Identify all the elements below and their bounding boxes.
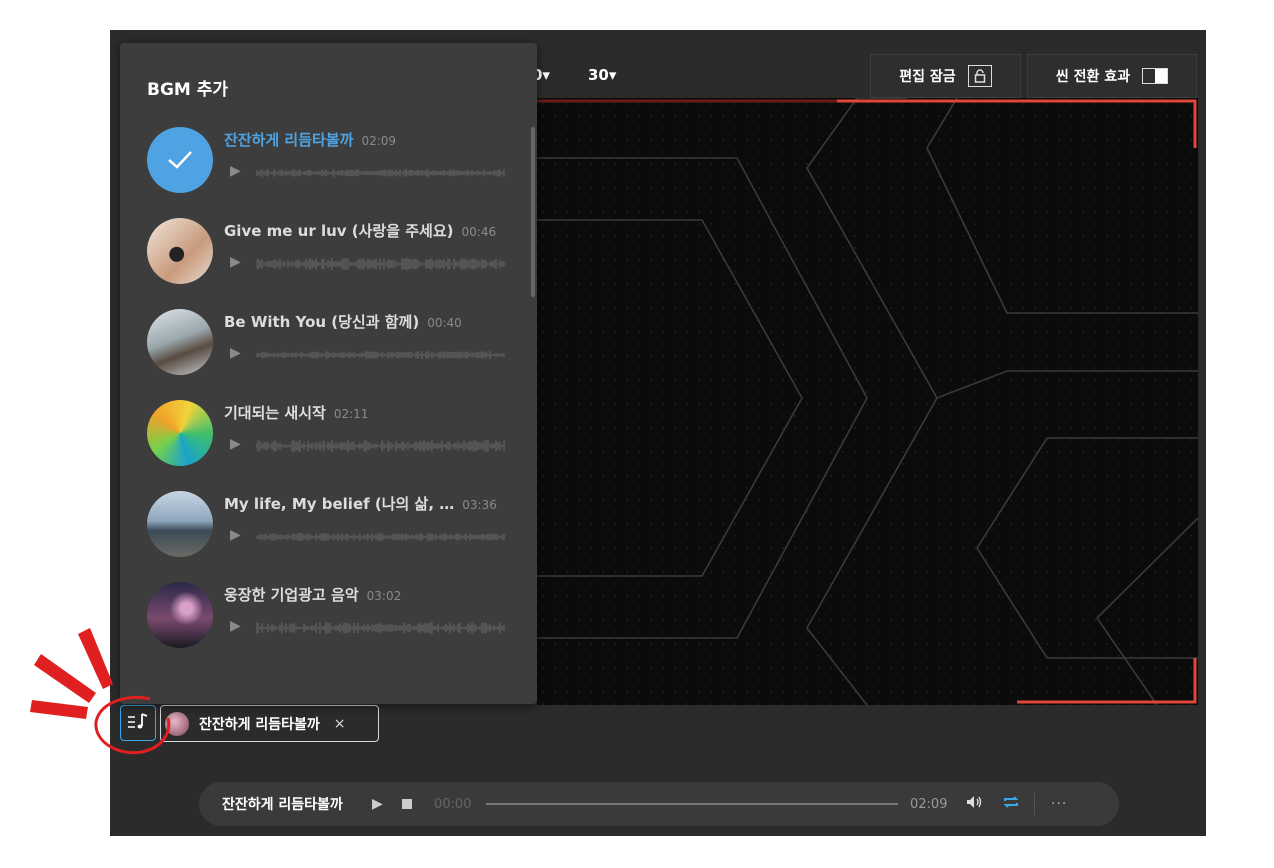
annotation-stroke [30,700,88,719]
red-annotation [30,628,171,755]
annotation-stroke [78,628,113,689]
annotation-stroke [34,654,96,703]
annotation-circle [94,695,171,755]
